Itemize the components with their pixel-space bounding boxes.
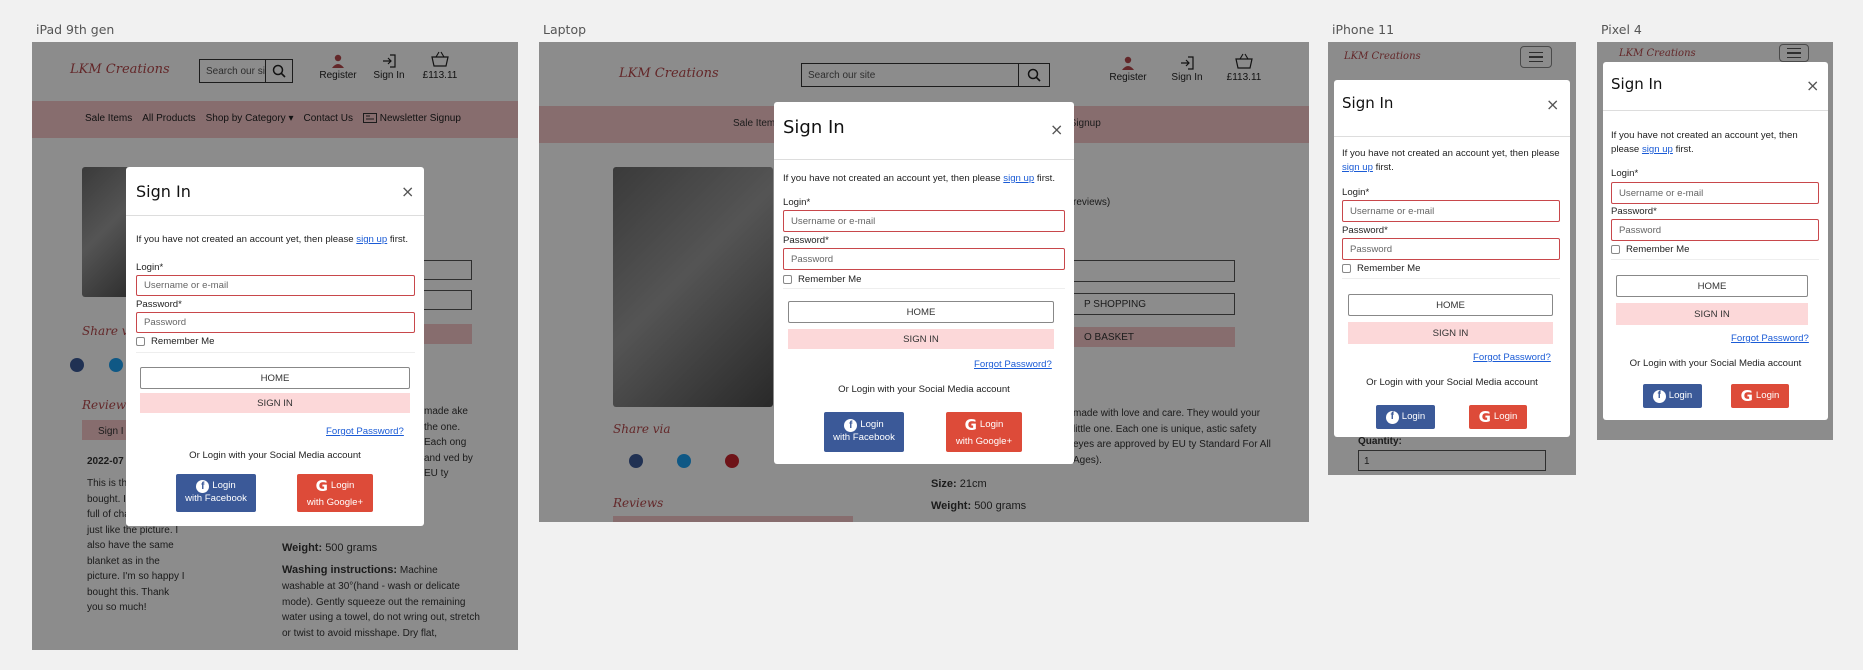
- modal-intro: If you have not created an account yet, …: [1611, 130, 1798, 155]
- login-field[interactable]: Username or e-mail: [783, 210, 1065, 232]
- remember-checkbox[interactable]: [783, 275, 792, 284]
- password-label: Password*: [136, 299, 182, 310]
- signin-button[interactable]: SIGN IN: [788, 329, 1054, 349]
- password-field[interactable]: Password: [1611, 219, 1819, 241]
- password-label: Password*: [1611, 206, 1657, 217]
- remember-me[interactable]: Remember Me: [1611, 244, 1689, 255]
- forgot-password-link[interactable]: Forgot Password?: [974, 359, 1052, 370]
- device-label-pixel: Pixel 4: [1601, 22, 1642, 37]
- modal-intro: If you have not created an account yet, …: [783, 173, 1056, 184]
- home-button[interactable]: HOME: [1616, 275, 1808, 297]
- facebook-icon: f: [1385, 410, 1399, 424]
- signup-link[interactable]: sign up: [356, 234, 387, 245]
- social-login-text: Or Login with your Social Media account: [1366, 377, 1538, 388]
- pixel-screen: LKM Creations Sign In × If you have not …: [1597, 42, 1833, 440]
- device-label-ipad: iPad 9th gen: [36, 22, 115, 37]
- google-login-button[interactable]: G Login: [1731, 384, 1789, 408]
- password-label: Password*: [783, 235, 829, 246]
- modal-title: Sign In: [136, 182, 191, 201]
- facebook-login-button[interactable]: f Login with Facebook: [824, 412, 904, 452]
- google-login-button[interactable]: G Login with Google+: [946, 412, 1022, 452]
- facebook-login-button[interactable]: f Login: [1376, 405, 1435, 429]
- remember-checkbox[interactable]: [136, 337, 145, 346]
- password-field[interactable]: Password: [783, 248, 1065, 270]
- form-divider: [1342, 278, 1560, 279]
- modal-divider: [774, 159, 1074, 160]
- remember-me[interactable]: Remember Me: [783, 274, 861, 285]
- ipad-screen: LKM Creations Search our site Register S…: [32, 42, 518, 650]
- device-label-laptop: Laptop: [543, 22, 587, 37]
- form-divider: [1611, 259, 1819, 260]
- login-label: Login*: [1611, 168, 1639, 179]
- google-icon: G: [1740, 386, 1753, 405]
- remember-checkbox[interactable]: [1342, 264, 1351, 273]
- login-label: Login*: [783, 197, 811, 208]
- remember-checkbox[interactable]: [1611, 245, 1620, 254]
- signin-modal: Sign In × If you have not created an acc…: [1334, 80, 1570, 437]
- modal-divider: [1603, 110, 1828, 111]
- form-divider: [136, 352, 415, 353]
- password-field[interactable]: Password: [1342, 238, 1560, 260]
- remember-me[interactable]: Remember Me: [136, 336, 214, 347]
- social-login-text: Or Login with your Social Media account: [1629, 358, 1802, 369]
- google-icon: G: [964, 416, 977, 435]
- google-icon: G: [315, 477, 328, 496]
- facebook-login-button[interactable]: f Login: [1643, 384, 1702, 408]
- social-login-text: Or Login with your Social Media account: [189, 450, 361, 461]
- signup-link[interactable]: sign up: [1642, 144, 1673, 155]
- device-label-iphone: iPhone 11: [1332, 22, 1395, 37]
- facebook-login-button[interactable]: f Login with Facebook: [176, 474, 256, 512]
- signup-link[interactable]: sign up: [1342, 162, 1373, 173]
- close-icon[interactable]: ×: [1050, 122, 1063, 138]
- modal-divider: [1334, 136, 1570, 137]
- signin-button[interactable]: SIGN IN: [140, 393, 410, 413]
- password-label: Password*: [1342, 225, 1388, 236]
- modal-intro: If you have not created an account yet, …: [1342, 148, 1560, 173]
- remember-me[interactable]: Remember Me: [1342, 263, 1420, 274]
- signin-modal: Sign In × If you have not created an acc…: [126, 167, 424, 526]
- google-login-button[interactable]: G Login: [1469, 405, 1527, 429]
- home-button[interactable]: HOME: [1348, 294, 1553, 316]
- login-field[interactable]: Username or e-mail: [1611, 182, 1819, 204]
- signin-button[interactable]: SIGN IN: [1616, 303, 1808, 325]
- modal-divider: [126, 215, 424, 216]
- google-icon: G: [1478, 407, 1491, 426]
- signin-modal: Sign In × If you have not created an acc…: [774, 102, 1074, 464]
- modal-title: Sign In: [1611, 75, 1663, 93]
- form-divider: [783, 288, 1065, 289]
- home-button[interactable]: HOME: [788, 301, 1054, 323]
- facebook-icon: f: [196, 480, 210, 494]
- signin-modal: Sign In × If you have not created an acc…: [1603, 62, 1828, 420]
- home-button[interactable]: HOME: [140, 367, 410, 389]
- iphone-screen: LKM Creations Quantity: 1 Sign In × If y…: [1328, 42, 1576, 475]
- login-field[interactable]: Username or e-mail: [136, 275, 415, 296]
- forgot-password-link[interactable]: Forgot Password?: [1731, 333, 1809, 344]
- modal-title: Sign In: [783, 117, 845, 138]
- close-icon[interactable]: ×: [1546, 97, 1559, 113]
- signup-link[interactable]: sign up: [1003, 173, 1034, 184]
- login-label: Login*: [1342, 187, 1370, 198]
- laptop-screen: LKM Creations Search our site Register S…: [539, 42, 1309, 522]
- login-field[interactable]: Username or e-mail: [1342, 200, 1560, 222]
- facebook-icon: f: [1652, 389, 1666, 403]
- forgot-password-link[interactable]: Forgot Password?: [326, 426, 404, 437]
- login-label: Login*: [136, 262, 164, 273]
- signin-button[interactable]: SIGN IN: [1348, 322, 1553, 344]
- social-login-text: Or Login with your Social Media account: [838, 384, 1010, 395]
- modal-title: Sign In: [1342, 94, 1394, 112]
- google-login-button[interactable]: G Login with Google+: [297, 474, 373, 512]
- close-icon[interactable]: ×: [401, 184, 414, 200]
- password-field[interactable]: Password: [136, 312, 415, 333]
- modal-intro: If you have not created an account yet, …: [136, 234, 409, 245]
- close-icon[interactable]: ×: [1806, 78, 1819, 94]
- forgot-password-link[interactable]: Forgot Password?: [1473, 352, 1551, 363]
- facebook-icon: f: [844, 419, 858, 433]
